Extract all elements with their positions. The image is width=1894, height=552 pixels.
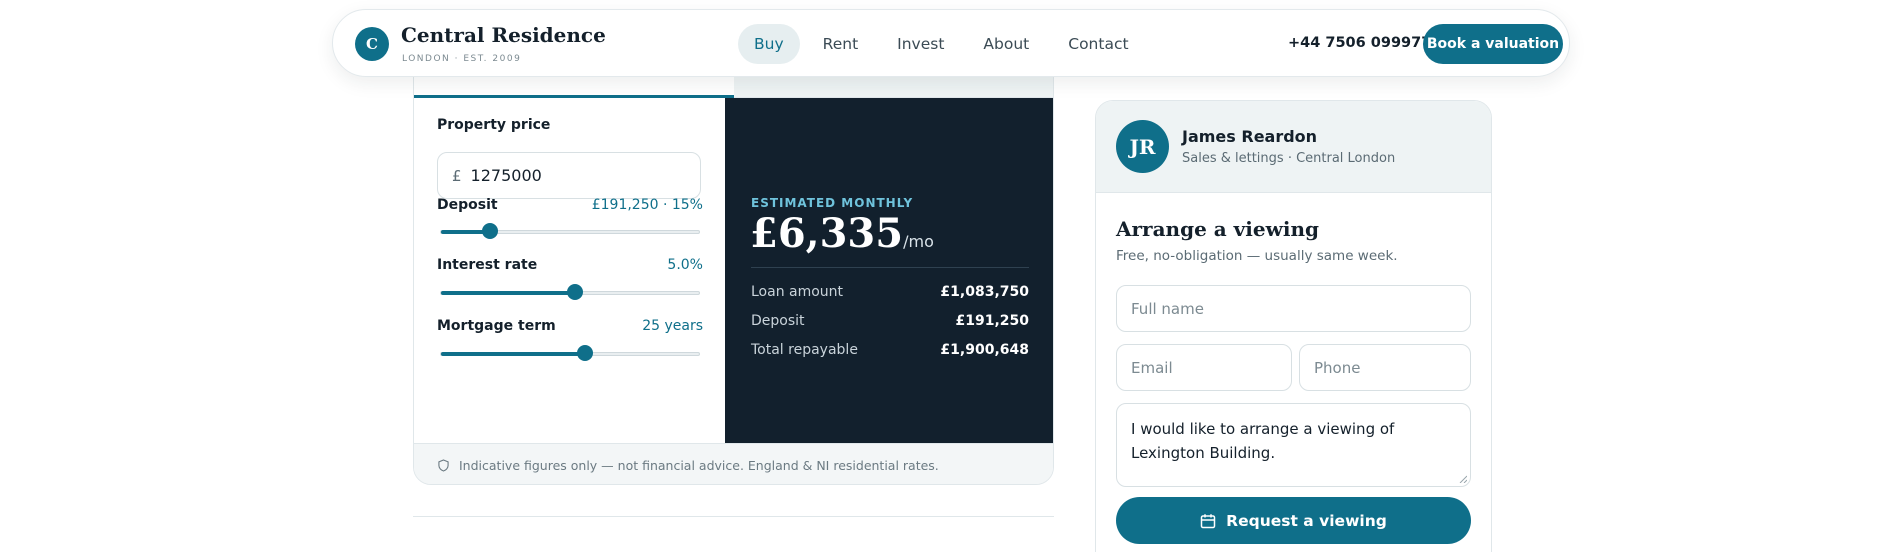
deposit-value: £191,250 · 15% xyxy=(591,197,703,213)
result-value: £1,083,750 xyxy=(940,284,1029,300)
nav-links: Buy Rent Invest About Contact xyxy=(738,24,1152,64)
result-label: Total repayable xyxy=(751,342,858,358)
result-label: Deposit xyxy=(751,313,805,329)
calendar-icon xyxy=(1200,513,1216,528)
nav-link-rent[interactable]: Rent xyxy=(807,24,875,64)
result-row-loan: Loan amount £1,083,750 xyxy=(751,284,1029,300)
agent-header: JR James Reardon Sales & lettings · Cent… xyxy=(1096,101,1491,193)
brand-name[interactable]: Central Residence xyxy=(401,23,606,47)
message-textarea[interactable]: I would like to arrange a viewing of Lex… xyxy=(1116,403,1471,487)
logo-mark[interactable]: C xyxy=(355,27,389,61)
avatar: JR xyxy=(1116,120,1169,173)
message-value: I would like to arrange a viewing of Lex… xyxy=(1131,420,1395,462)
term-slider-thumb[interactable] xyxy=(577,345,594,361)
deposit-slider-thumb[interactable] xyxy=(482,223,499,239)
resize-grip-icon[interactable] xyxy=(1459,475,1467,483)
rate-value: 5.0% xyxy=(667,257,703,273)
agent-role: Sales & lettings · Central London xyxy=(1182,151,1396,166)
price-label: Property price xyxy=(437,117,551,133)
viewing-subtitle: Free, no-obligation — usually same week. xyxy=(1116,248,1398,264)
nav-link-about[interactable]: About xyxy=(967,24,1045,64)
term-slider[interactable] xyxy=(440,345,700,361)
results-panel: ESTIMATED MONTHLY £6,335/mo Loan amount … xyxy=(725,98,1053,443)
viewing-card: JR James Reardon Sales & lettings · Cent… xyxy=(1095,100,1492,552)
result-value: £1,900,648 xyxy=(940,342,1029,358)
rate-label: Interest rate xyxy=(437,257,538,273)
book-valuation-button[interactable]: Book a valuation xyxy=(1423,24,1563,64)
shield-icon xyxy=(438,458,449,472)
viewing-title: Arrange a viewing xyxy=(1116,217,1319,241)
nav-link-contact[interactable]: Contact xyxy=(1052,24,1144,64)
estimate-label: ESTIMATED MONTHLY xyxy=(751,196,914,210)
currency-symbol: £ xyxy=(452,166,462,185)
result-value: £191,250 xyxy=(955,313,1029,329)
agent-name: James Reardon xyxy=(1182,127,1318,146)
phone-input[interactable]: Phone xyxy=(1299,344,1471,391)
calculator-inputs: Property price £ 1275000 Deposit £191,25… xyxy=(414,98,725,443)
term-slider-fill xyxy=(441,352,586,356)
rate-slider-fill xyxy=(441,291,576,295)
estimate-unit: /mo xyxy=(903,232,934,251)
full-name-input[interactable]: Full name xyxy=(1116,285,1471,332)
rate-slider-thumb[interactable] xyxy=(567,284,584,300)
estimate-value: £6,335/mo xyxy=(750,210,934,257)
request-viewing-label: Request a viewing xyxy=(1226,511,1387,530)
nav-link-buy[interactable]: Buy xyxy=(738,24,800,64)
result-label: Loan amount xyxy=(751,284,844,300)
term-value: 25 years xyxy=(642,318,703,334)
result-row-total: Total repayable £1,900,648 xyxy=(751,342,1029,358)
rate-slider[interactable] xyxy=(440,284,700,300)
email-input[interactable]: Email xyxy=(1116,344,1292,391)
estimate-amount: £6,335 xyxy=(750,210,904,257)
results-divider xyxy=(751,267,1029,268)
property-price-input[interactable]: £ 1275000 xyxy=(437,152,701,199)
top-navbar: C Central Residence LONDON · EST. 2009 B… xyxy=(332,9,1570,77)
nav-link-invest[interactable]: Invest xyxy=(881,24,960,64)
disclaimer-bar: Indicative figures only — not financial … xyxy=(414,443,1053,484)
request-viewing-button[interactable]: Request a viewing xyxy=(1116,497,1471,544)
disclaimer-text: Indicative figures only — not financial … xyxy=(459,457,939,473)
section-divider xyxy=(413,516,1054,517)
result-row-deposit: Deposit £191,250 xyxy=(751,313,1029,329)
phone-number[interactable]: +44 7506 099977 xyxy=(1288,35,1431,51)
mortgage-calculator: Property price £ 1275000 Deposit £191,25… xyxy=(413,55,1054,485)
deposit-slider[interactable] xyxy=(440,223,700,239)
term-label: Mortgage term xyxy=(437,318,556,334)
property-price-value: 1275000 xyxy=(470,166,542,185)
deposit-label: Deposit xyxy=(437,197,498,213)
brand-tagline: LONDON · EST. 2009 xyxy=(402,54,522,64)
